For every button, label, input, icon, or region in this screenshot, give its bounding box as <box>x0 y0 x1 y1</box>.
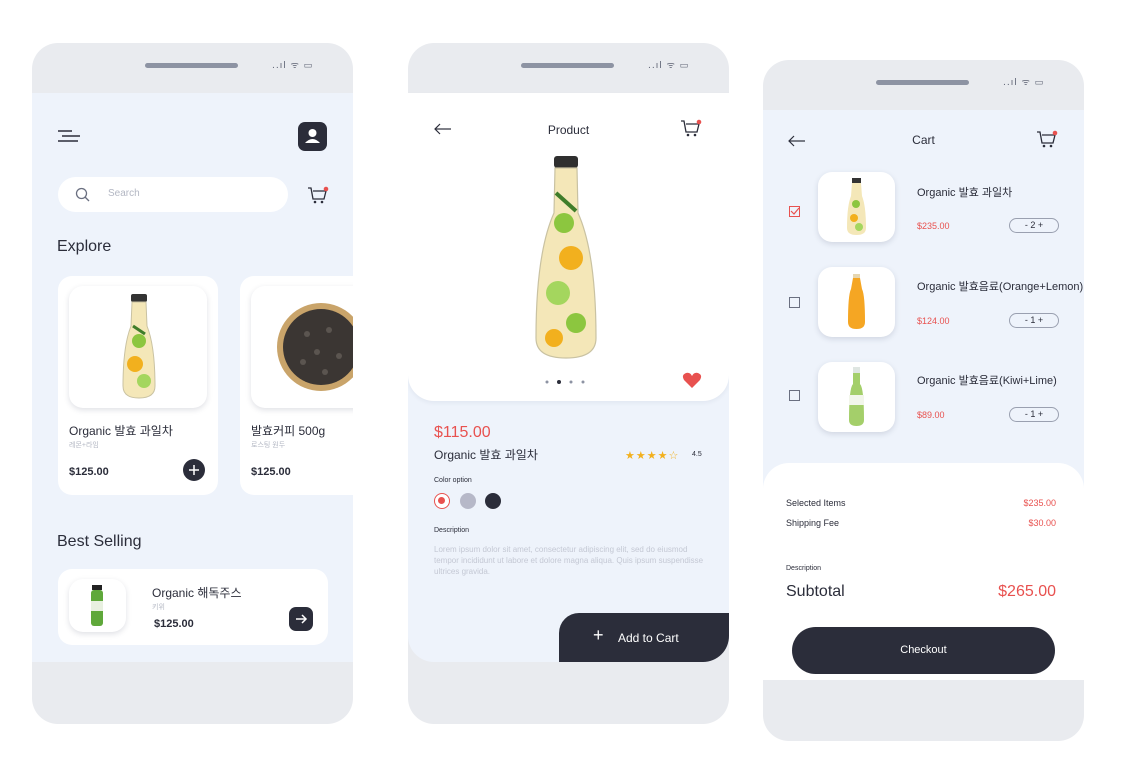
cart-screen: ..ıl ᯤ ▭ Cart Organic 발효 과일차 $235.00 - 2… <box>763 60 1084 741</box>
search-bar[interactable]: Search <box>58 177 288 212</box>
product-price: $125.00 <box>251 466 291 478</box>
rating-stars: ★★★★☆ <box>625 449 680 462</box>
item-image <box>818 267 895 337</box>
selected-items-label: Selected Items <box>786 498 846 508</box>
explore-title: Explore <box>57 238 112 255</box>
status-icons: ..ıl ᯤ ▭ <box>648 61 690 71</box>
infused-water-bottle-image <box>847 178 866 235</box>
product-price: $115.00 <box>434 424 491 441</box>
item-name: Organic 발효 과일차 <box>917 187 1013 199</box>
product-hero-image <box>535 156 597 359</box>
best-subtitle: 키위 <box>152 604 165 611</box>
add-to-cart-button[interactable]: + Add to Cart <box>559 613 729 662</box>
item-checkbox[interactable] <box>789 390 800 401</box>
item-image <box>818 362 895 432</box>
color-option-label: Color option <box>434 477 472 484</box>
home-screen: ..ıl ᯤ ▭ Search Explore Organic 발효 과일차 레… <box>32 43 353 724</box>
color-swatch-dark[interactable] <box>485 493 501 509</box>
add-button[interactable] <box>183 459 205 481</box>
cart-content: Cart Organic 발효 과일차 $235.00 - 2 + Organi… <box>763 110 1084 680</box>
item-price: $89.00 <box>917 410 945 420</box>
summary-panel: Selected Items $235.00 Shipping Fee $30.… <box>763 463 1084 680</box>
best-name: Organic 해독주스 <box>152 586 242 600</box>
product-content: Product $115.00 Organic 발효 과일차 ★★★★☆ 4.5… <box>408 93 729 662</box>
item-price: $124.00 <box>917 316 950 326</box>
product-name: Organic 발효 과일차 <box>434 448 538 462</box>
checkout-button[interactable]: Checkout <box>792 627 1055 674</box>
product-image <box>69 286 207 408</box>
item-image <box>818 172 895 242</box>
quantity-stepper[interactable]: - 1 + <box>1009 313 1059 328</box>
speaker-notch <box>876 80 969 85</box>
menu-icon[interactable] <box>58 129 80 143</box>
best-selling-title: Best Selling <box>57 533 142 550</box>
juice-bottle-image <box>91 585 103 626</box>
item-name: Organic 발효음료(Kiwi+Lime) <box>917 375 1057 387</box>
status-icons: ..ıl ᯤ ▭ <box>272 61 314 71</box>
quantity-stepper[interactable]: - 2 + <box>1009 218 1059 233</box>
product-card[interactable]: Organic 발효 과일차 레몬+라임 $125.00 <box>58 276 218 495</box>
checkout-label: Checkout <box>900 644 947 656</box>
cart-icon[interactable] <box>680 119 702 137</box>
description-label: Description <box>786 565 822 572</box>
product-subtitle: 레몬+라임 <box>69 442 99 449</box>
product-subtitle: 로스팅 원두 <box>251 442 286 449</box>
home-content: Search Explore Organic 발효 과일차 레몬+라임 $125… <box>32 93 353 662</box>
best-price: $125.00 <box>154 618 194 630</box>
item-checkbox-checked[interactable] <box>789 206 800 217</box>
cart-icon[interactable] <box>1036 130 1058 148</box>
carousel-dots[interactable] <box>544 379 594 385</box>
speaker-notch <box>145 63 238 68</box>
rating-value: 4.5 <box>692 451 702 458</box>
shipping-fee-value: $30.00 <box>1028 518 1056 528</box>
heart-icon[interactable] <box>682 371 702 389</box>
speaker-notch <box>521 63 614 68</box>
go-button[interactable] <box>289 607 313 631</box>
description-label: Description <box>434 527 470 534</box>
profile-icon[interactable] <box>298 122 327 151</box>
kiwi-juice-bottle-image <box>849 367 864 426</box>
cart-icon[interactable] <box>307 186 329 204</box>
description-text: Lorem ipsum dolor sit amet, consectetur … <box>434 545 704 576</box>
selected-items-value: $235.00 <box>1023 498 1056 508</box>
product-card[interactable]: 발효커피 500g 로스팅 원두 $125.00 <box>240 276 353 495</box>
item-price: $235.00 <box>917 221 950 231</box>
color-swatch-red[interactable] <box>434 493 450 509</box>
orange-juice-bottle-image <box>848 274 865 329</box>
coffee-beans-image <box>277 303 353 391</box>
plus-icon <box>189 465 199 475</box>
search-icon <box>75 187 91 203</box>
product-image <box>251 286 353 408</box>
subtotal-label: Subtotal <box>786 583 845 600</box>
quantity-stepper[interactable]: - 1 + <box>1009 407 1059 422</box>
product-name: 발효커피 500g <box>251 424 326 438</box>
item-name: Organic 발효음료(Orange+Lemon) <box>917 281 1084 293</box>
status-icons: ..ıl ᯤ ▭ <box>1003 78 1045 88</box>
plus-icon: + <box>593 625 604 645</box>
search-input[interactable]: Search <box>108 188 140 199</box>
color-swatch-grey[interactable] <box>460 493 476 509</box>
hero-panel: Product <box>408 93 729 401</box>
product-screen: ..ıl ᯤ ▭ Product $115.00 Organic 발효 과일차 … <box>408 43 729 724</box>
add-to-cart-label: Add to Cart <box>618 631 679 645</box>
best-selling-item[interactable]: Organic 해독주스 키위 $125.00 <box>58 569 328 645</box>
subtotal-value: $265.00 <box>998 583 1056 600</box>
item-checkbox[interactable] <box>789 297 800 308</box>
shipping-fee-label: Shipping Fee <box>786 518 840 528</box>
product-price: $125.00 <box>69 466 109 478</box>
product-image <box>69 579 126 632</box>
infused-water-bottle-image <box>122 294 156 399</box>
arrow-right-icon <box>296 614 308 624</box>
product-name: Organic 발효 과일차 <box>69 424 173 438</box>
